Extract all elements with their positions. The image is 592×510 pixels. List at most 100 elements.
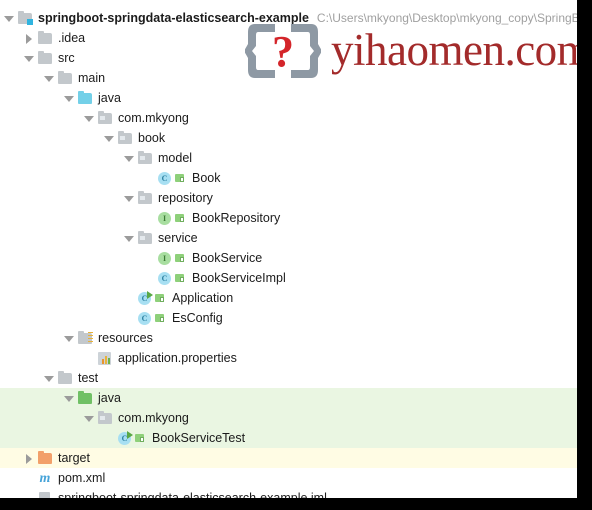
tree-node-label: .idea bbox=[58, 31, 86, 45]
chevron-down-icon[interactable] bbox=[43, 73, 54, 84]
row-icon-group bbox=[134, 190, 153, 206]
java-class-icon: C bbox=[157, 170, 173, 186]
tree-node-label: com.mkyong bbox=[118, 411, 189, 425]
java-interface-icon: I bbox=[157, 250, 173, 266]
module-file-icon bbox=[37, 490, 53, 498]
row-icon-group bbox=[54, 70, 73, 86]
tree-node-label: service bbox=[158, 231, 198, 245]
screenshot-root: ? yihaomen.com springboot-springdata-ela… bbox=[0, 0, 592, 510]
tree-node-label: springboot-springdata-elasticsearch-exam… bbox=[58, 491, 327, 498]
chevron-down-icon[interactable] bbox=[83, 113, 94, 124]
project-path-label: C:\Users\mkyong\Desktop\mkyong_copy\Spri… bbox=[316, 11, 577, 25]
chevron-down-icon[interactable] bbox=[3, 13, 14, 24]
tree-row[interactable]: com.mkyong bbox=[0, 408, 577, 428]
tree-row[interactable]: application.properties bbox=[0, 348, 577, 368]
tree-row[interactable]: com.mkyong bbox=[0, 108, 577, 128]
tree-row[interactable]: springboot-springdata-elasticsearch-exam… bbox=[0, 488, 577, 498]
package-icon bbox=[97, 110, 113, 126]
row-icon-group: C bbox=[134, 310, 167, 326]
chevron-down-icon[interactable] bbox=[123, 153, 134, 164]
tree-row[interactable]: I BookService bbox=[0, 248, 577, 268]
folder-icon bbox=[37, 30, 53, 46]
chevron-down-icon[interactable] bbox=[83, 413, 94, 424]
tree-row[interactable]: C Application bbox=[0, 288, 577, 308]
tree-row[interactable]: C BookServiceImpl bbox=[0, 268, 577, 288]
chevron-down-icon[interactable] bbox=[23, 53, 34, 64]
package-icon bbox=[117, 130, 133, 146]
row-icon-group bbox=[94, 110, 113, 126]
row-icon-group bbox=[34, 490, 53, 498]
no-chevron-spacer bbox=[123, 313, 134, 324]
tree-node-label: Book bbox=[192, 171, 221, 185]
tree-row[interactable]: resources bbox=[0, 328, 577, 348]
tree-row[interactable]: test bbox=[0, 368, 577, 388]
java-source-marker-icon bbox=[175, 170, 187, 186]
chevron-down-icon[interactable] bbox=[63, 93, 74, 104]
row-icon-group: C bbox=[134, 290, 167, 306]
no-chevron-spacer bbox=[103, 433, 114, 444]
chevron-down-icon[interactable] bbox=[43, 373, 54, 384]
tree-node-label: BookRepository bbox=[192, 211, 281, 225]
tree-row[interactable]: C BookServiceTest bbox=[0, 428, 577, 448]
tree-row[interactable]: java bbox=[0, 88, 577, 108]
row-icon-group bbox=[134, 150, 153, 166]
tree-row[interactable]: .idea bbox=[0, 28, 577, 48]
no-chevron-spacer bbox=[143, 253, 154, 264]
chevron-down-icon[interactable] bbox=[123, 193, 134, 204]
tree-node-label: pom.xml bbox=[58, 471, 106, 485]
tree-node-label: EsConfig bbox=[172, 311, 223, 325]
tree-row[interactable]: I BookRepository bbox=[0, 208, 577, 228]
row-icon-group bbox=[134, 230, 153, 246]
row-icon-group bbox=[34, 50, 53, 66]
java-interface-icon: I bbox=[157, 210, 173, 226]
resources-folder-icon bbox=[77, 330, 93, 346]
tree-row[interactable]: C EsConfig bbox=[0, 308, 577, 328]
row-icon-group bbox=[114, 130, 133, 146]
chevron-right-icon[interactable] bbox=[23, 453, 34, 464]
tree-row[interactable]: service bbox=[0, 228, 577, 248]
row-icon-group: C bbox=[114, 430, 147, 446]
maven-file-icon: m bbox=[39, 471, 51, 486]
folder-icon bbox=[57, 370, 73, 386]
row-icon-group bbox=[74, 330, 93, 346]
tree-row[interactable]: main bbox=[0, 68, 577, 88]
tree-row[interactable]: repository bbox=[0, 188, 577, 208]
row-icon-group: C bbox=[154, 170, 187, 186]
tree-node-label: main bbox=[78, 71, 106, 85]
tree-row[interactable]: C Book bbox=[0, 168, 577, 188]
tree-row[interactable]: springboot-springdata-elasticsearch-exam… bbox=[0, 8, 577, 28]
java-class-icon: C bbox=[157, 270, 173, 286]
tree-node-label: resources bbox=[98, 331, 153, 345]
tree-row[interactable]: model bbox=[0, 148, 577, 168]
no-chevron-spacer bbox=[23, 473, 34, 484]
tree-row[interactable]: target bbox=[0, 448, 577, 468]
chevron-down-icon[interactable] bbox=[63, 393, 74, 404]
no-chevron-spacer bbox=[143, 273, 154, 284]
chevron-down-icon[interactable] bbox=[63, 333, 74, 344]
excluded-folder-icon bbox=[37, 450, 53, 466]
java-source-marker-icon bbox=[175, 250, 187, 266]
chevron-right-icon[interactable] bbox=[23, 33, 34, 44]
row-icon-group bbox=[74, 390, 93, 406]
tree-node-label: test bbox=[78, 371, 99, 385]
tree-row[interactable]: src bbox=[0, 48, 577, 68]
tree-row[interactable]: book bbox=[0, 128, 577, 148]
chevron-down-icon[interactable] bbox=[103, 133, 114, 144]
tree-node-label: repository bbox=[158, 191, 213, 205]
tree-node-label: src bbox=[58, 51, 75, 65]
tree-node-label: BookServiceTest bbox=[152, 431, 246, 445]
folder-icon bbox=[37, 50, 53, 66]
source-folder-icon bbox=[77, 90, 93, 106]
java-source-marker-icon bbox=[155, 290, 167, 306]
row-icon-group: C bbox=[154, 270, 187, 286]
tree-row[interactable]: java bbox=[0, 388, 577, 408]
package-icon bbox=[137, 150, 153, 166]
row-icon-group: I bbox=[154, 250, 187, 266]
tree-row[interactable]: m pom.xml bbox=[0, 468, 577, 488]
chevron-down-icon[interactable] bbox=[123, 233, 134, 244]
java-source-marker-icon bbox=[155, 310, 167, 326]
no-chevron-spacer bbox=[143, 173, 154, 184]
tree-node-label: Application bbox=[172, 291, 234, 305]
row-icon-group bbox=[14, 10, 33, 26]
row-icon-group bbox=[94, 410, 113, 426]
